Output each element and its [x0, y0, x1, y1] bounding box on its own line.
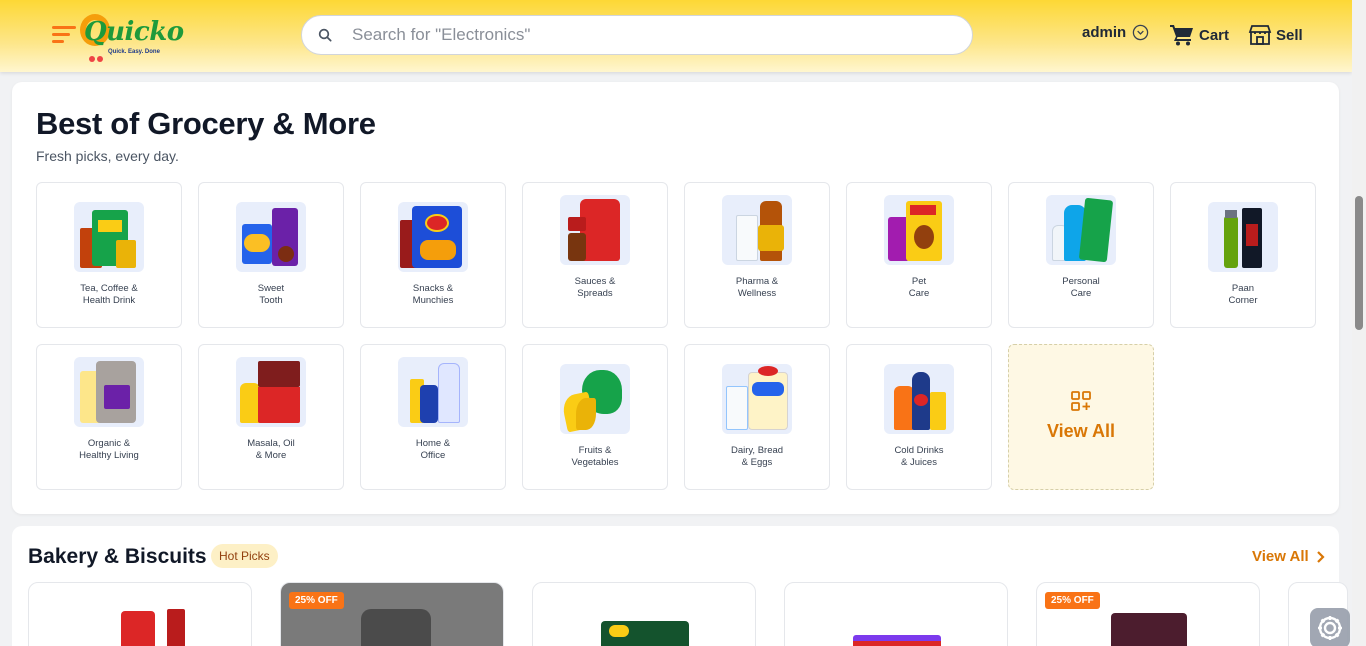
category-dairy-bread-eggs[interactable]: Dairy, Bread & Eggs [684, 344, 830, 490]
category-snacks[interactable]: Snacks & Munchies [360, 182, 506, 328]
section-title: Bakery & Biscuits [28, 545, 207, 568]
logo-tagline: Quick. Easy. Done [108, 49, 160, 55]
category-label: Paan Corner [1228, 283, 1258, 306]
category-pet-care[interactable]: Pet Care [846, 182, 992, 328]
logo-speed-lines [52, 26, 76, 47]
category-image [74, 202, 144, 272]
category-image [398, 357, 468, 427]
category-image [236, 357, 306, 427]
chevron-down-icon [1132, 24, 1149, 41]
category-organic[interactable]: Organic & Healthy Living [36, 344, 182, 490]
category-cold-drinks[interactable]: Cold Drinks & Juices [846, 344, 992, 490]
cart-label: Cart [1199, 26, 1230, 44]
category-label: Fruits & Vegetables [571, 445, 619, 468]
category-pharma[interactable]: Pharma & Wellness [684, 182, 830, 328]
category-tea-coffee[interactable]: Tea, Coffee & Health Drink [36, 182, 182, 328]
user-name: admin [1082, 24, 1127, 41]
category-image [884, 364, 954, 434]
category-label: Organic & Healthy Living [79, 438, 139, 461]
view-all-categories-button[interactable]: View All [1008, 344, 1154, 490]
page-scrollbar[interactable] [1352, 0, 1366, 646]
logo-wheels [89, 49, 105, 67]
category-label: Sweet Tooth [257, 283, 285, 306]
category-image [722, 195, 792, 265]
chevron-right-icon [1316, 550, 1325, 563]
product-card[interactable] [532, 582, 756, 646]
store-icon [1248, 25, 1272, 45]
section-title: Best of Grocery & More [36, 106, 376, 141]
product-card[interactable] [28, 582, 252, 646]
search-bar[interactable] [301, 15, 973, 55]
search-input[interactable] [352, 25, 912, 45]
discount-badge: 25% OFF [1045, 592, 1100, 609]
bakery-view-all-link[interactable]: View All [1252, 548, 1327, 565]
category-label: Tea, Coffee & Health Drink [80, 283, 138, 306]
cart-icon [1170, 25, 1193, 46]
category-image [236, 202, 306, 272]
product-image [1111, 613, 1187, 646]
category-masala-oil[interactable]: Masala, Oil & More [198, 344, 344, 490]
hot-picks-badge: Hot Picks [211, 544, 278, 568]
category-image [884, 195, 954, 265]
search-icon [318, 28, 332, 42]
cart-button[interactable]: Cart [1170, 24, 1229, 46]
category-image [398, 202, 468, 272]
category-image [1208, 202, 1278, 272]
grocery-section: Best of Grocery & More Fresh picks, ever… [12, 82, 1339, 514]
category-label: Pharma & Wellness [735, 276, 779, 299]
category-label: Personal Care [1062, 276, 1100, 299]
product-image [853, 635, 941, 646]
category-sweet-tooth[interactable]: Sweet Tooth [198, 182, 344, 328]
discount-badge: 25% OFF [289, 592, 344, 609]
sell-button[interactable]: Sell [1248, 24, 1303, 46]
product-image-label [609, 625, 629, 637]
product-card[interactable]: 25% OFF [280, 582, 504, 646]
category-image [1046, 195, 1116, 265]
category-label: Dairy, Bread & Eggs [730, 445, 784, 468]
product-card[interactable] [784, 582, 1008, 646]
category-sauces[interactable]: Sauces & Spreads [522, 182, 668, 328]
category-image [74, 357, 144, 427]
scrollbar-thumb[interactable] [1355, 196, 1363, 330]
product-image [121, 611, 155, 646]
category-label: Sauces & Spreads [574, 276, 616, 299]
category-image [722, 364, 792, 434]
view-all-label: View All [1046, 421, 1116, 441]
product-card[interactable]: 25% OFF [1036, 582, 1260, 646]
gear-icon [1318, 616, 1342, 640]
category-label: Cold Drinks & Juices [894, 445, 944, 468]
sell-label: Sell [1276, 26, 1303, 44]
category-label: Pet Care [908, 276, 930, 299]
view-all-label: View All [1252, 548, 1309, 565]
category-fruits-vegetables[interactable]: Fruits & Vegetables [522, 344, 668, 490]
section-subtitle: Fresh picks, every day. [36, 148, 179, 164]
product-image [361, 609, 431, 646]
category-label: Home & Office [415, 438, 451, 461]
category-paan-corner[interactable]: Paan Corner [1170, 182, 1316, 328]
bakery-section: Bakery & Biscuits Hot Picks View All 25%… [12, 526, 1348, 646]
user-menu[interactable]: admin [1082, 24, 1149, 41]
top-header: Quicko Quick. Easy. Done admin Cart Sell [0, 0, 1352, 72]
category-personal-care[interactable]: Personal Care [1008, 182, 1154, 328]
category-home-office[interactable]: Home & Office [360, 344, 506, 490]
grid-plus-icon [1071, 391, 1091, 411]
category-label: Masala, Oil & More [247, 438, 295, 461]
quicko-logo[interactable]: Quicko Quick. Easy. Done [52, 12, 192, 62]
category-image [560, 364, 630, 434]
settings-fab[interactable] [1310, 608, 1350, 646]
logo-text: Quicko [84, 17, 184, 47]
category-image [560, 195, 630, 265]
product-image-secondary [167, 609, 185, 646]
category-label: Snacks & Munchies [412, 283, 454, 306]
